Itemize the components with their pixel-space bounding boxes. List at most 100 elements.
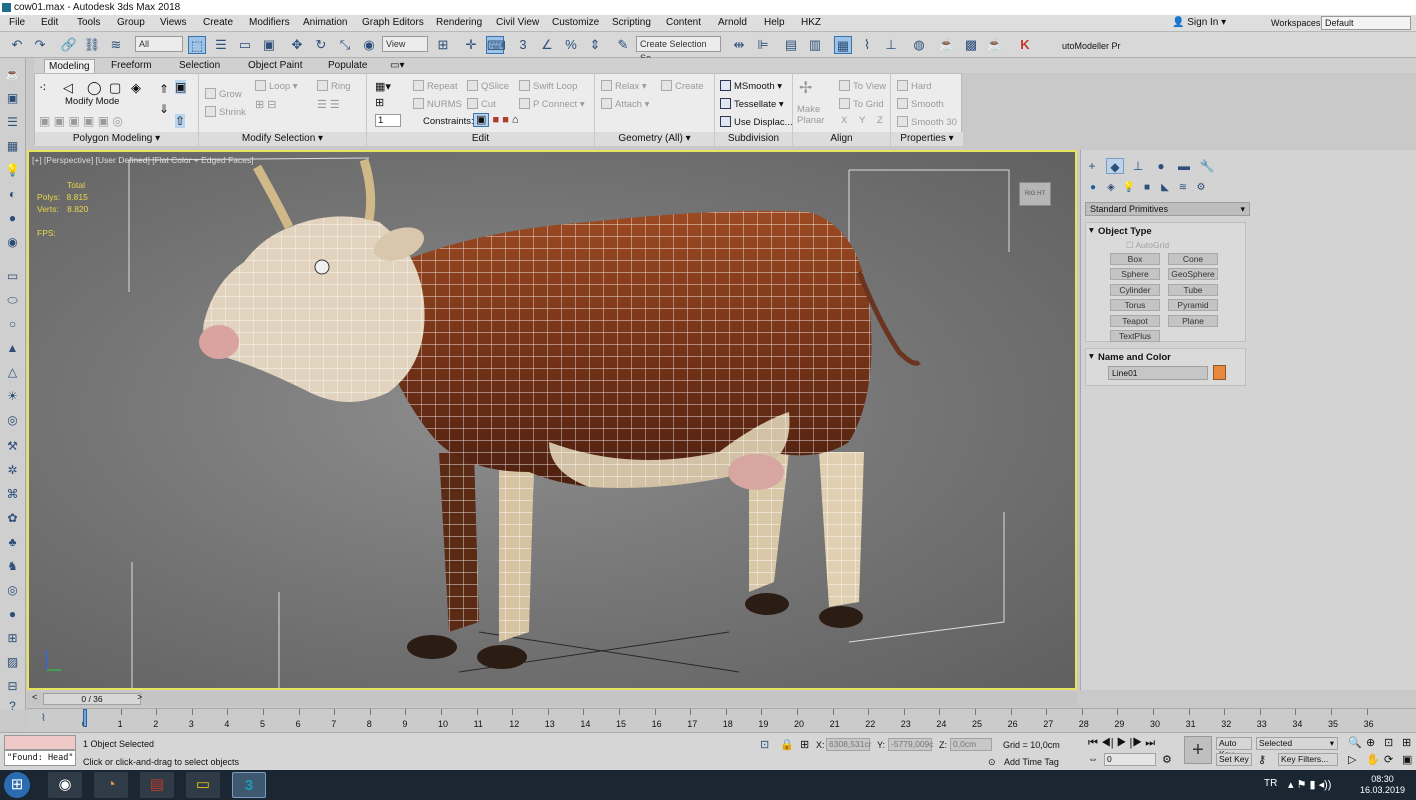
helpers-category-icon[interactable]: ◣ — [1158, 181, 1172, 195]
subdivision-footer[interactable]: Subdivision — [715, 132, 792, 146]
mirror-icon[interactable]: ⇹ — [730, 36, 748, 54]
maxscript-input[interactable] — [4, 735, 76, 750]
toggle-layer-explorer-icon[interactable]: ▥ — [806, 36, 824, 54]
align-x-button[interactable]: X — [841, 115, 847, 126]
menu-group[interactable]: Group — [117, 17, 145, 28]
utility-icon[interactable]: ⊟ — [4, 678, 21, 695]
properties-footer[interactable]: Properties ▾ — [891, 132, 963, 146]
viewport-label[interactable]: [+] [Perspective] [User Defined] [Flat C… — [32, 155, 254, 165]
zoom-extents-icon[interactable]: ⊡ — [1384, 736, 1393, 749]
pin-stack-icon[interactable]: ⇧ — [175, 114, 186, 128]
loop-tools-icon[interactable]: ⊞ ⊟ — [255, 98, 277, 111]
animal-icon[interactable]: ♞ — [4, 558, 21, 575]
shapes-category-icon[interactable]: ◈ — [1104, 181, 1118, 195]
tab-object-paint[interactable]: Object Paint — [244, 59, 306, 73]
help-icon[interactable]: ? — [4, 698, 21, 715]
menu-modifiers[interactable]: Modifiers — [249, 17, 290, 28]
plant-icon[interactable]: ♣ — [4, 534, 21, 551]
zoom-extents-all-icon[interactable]: ⊞ — [1402, 736, 1411, 749]
undo-icon[interactable]: ↶ — [8, 36, 26, 54]
msmooth-button[interactable]: MSmooth ▾ — [720, 80, 782, 92]
mini-curve-editor-icon[interactable]: ⌇ — [41, 713, 46, 724]
curve-editor-icon[interactable]: ⌇ — [858, 36, 876, 54]
cameras-category-icon[interactable]: ■ — [1140, 181, 1154, 195]
display-icon[interactable]: ▨ — [4, 654, 21, 671]
set-key-button[interactable]: Set Key — [1216, 753, 1252, 766]
sign-in-button[interactable]: 👤 Sign In ▾ — [1172, 17, 1226, 28]
create-tab-icon[interactable]: + — [1083, 158, 1101, 174]
camera-icon[interactable]: ◐ — [4, 186, 21, 203]
tab-freeform[interactable]: Freeform — [107, 59, 156, 73]
key-mode-dropdown[interactable]: Selected ▾ — [1256, 737, 1338, 750]
angle-snap-icon[interactable]: ∠ — [538, 36, 556, 54]
render-production-icon[interactable]: ☕ — [986, 36, 1004, 54]
menu-animation[interactable]: Animation — [303, 17, 347, 28]
shrink-button[interactable]: Shrink — [205, 106, 246, 118]
current-time-marker[interactable] — [83, 709, 87, 727]
tab-populate[interactable]: Populate — [324, 59, 371, 73]
time-slider-thumb[interactable]: 0 / 36 — [43, 693, 141, 705]
p-connect-button[interactable]: P Connect ▾ — [519, 98, 585, 110]
placement-icon[interactable]: ◉ — [360, 36, 378, 54]
teapot-button[interactable]: Teapot — [1110, 315, 1160, 327]
select-and-manipulate-icon[interactable]: ✛ — [462, 36, 480, 54]
mesh-icon[interactable]: ⌘ — [4, 486, 21, 503]
fov-icon[interactable]: ▷ — [1348, 753, 1356, 766]
time-next-icon[interactable]: > — [137, 692, 142, 702]
time-config-icon[interactable]: ⚙ — [1162, 753, 1172, 766]
display-tab-icon[interactable]: ▬ — [1175, 158, 1193, 174]
selection-filter-dropdown[interactable]: All — [135, 36, 183, 52]
align-z-button[interactable]: Z — [877, 115, 883, 126]
name-and-color-title[interactable]: Name and Color — [1086, 349, 1245, 363]
modify-tab-icon[interactable]: ◆ — [1106, 158, 1124, 174]
menu-hkz[interactable]: HKZ — [801, 17, 821, 28]
current-frame-field[interactable]: 0 — [1104, 753, 1156, 766]
clock[interactable]: 08:30 16.03.2019 — [1360, 774, 1405, 796]
hard-button[interactable]: Hard — [897, 80, 932, 92]
plugin-logo-icon[interactable]: K — [1016, 36, 1034, 54]
orbit-icon[interactable]: ⟳ — [1384, 753, 1393, 766]
to-grid-button[interactable]: To Grid — [839, 98, 884, 110]
perspective-viewport[interactable]: [+] [Perspective] [User Defined] [Flat C… — [27, 150, 1077, 690]
sphere-button[interactable]: Sphere — [1110, 268, 1160, 280]
tab-modeling[interactable]: Modeling — [44, 59, 95, 73]
window-crossing-icon[interactable]: ▣ — [260, 36, 278, 54]
menu-scripting[interactable]: Scripting — [612, 17, 651, 28]
plane-button[interactable]: Plane — [1168, 315, 1218, 327]
unlink-icon[interactable]: ⛓ — [83, 36, 101, 54]
maximize-viewport-icon[interactable]: ▣ — [1402, 753, 1412, 766]
3ds-max-taskbar-icon[interactable]: 3 — [232, 772, 266, 798]
blender-icon[interactable]: ◔ — [94, 772, 128, 798]
nav-up-icon[interactable]: ⇑ — [159, 82, 169, 96]
material-ball-icon[interactable]: ◉ — [4, 234, 21, 251]
qslice-button[interactable]: QSlice — [467, 80, 509, 92]
menu-arnold[interactable]: Arnold — [718, 17, 747, 28]
polygon-mode-icon[interactable]: ▢ — [109, 80, 121, 96]
edit-footer[interactable]: Edit — [367, 132, 594, 146]
isolate-selection-icon[interactable]: ⊡ — [760, 738, 769, 751]
align-footer[interactable]: Align — [793, 132, 890, 146]
time-tag-icon[interactable]: ⊙ — [988, 757, 996, 768]
cone-button[interactable]: Cone — [1168, 253, 1218, 265]
ring-button[interactable]: Ring — [317, 80, 351, 92]
menu-edit[interactable]: Edit — [41, 17, 58, 28]
keyboard-shortcut-toggle-icon[interactable]: ⌨ — [486, 36, 506, 54]
y-coordinate-field[interactable]: -5779,009c — [888, 738, 934, 751]
pyramid-button[interactable]: Pyramid — [1168, 299, 1218, 311]
toggle-scene-explorer-icon[interactable]: ▤ — [782, 36, 800, 54]
shape-icon[interactable]: ✿ — [4, 510, 21, 527]
time-slider[interactable]: < 0 / 36 > — [27, 692, 1077, 706]
absolute-mode-icon[interactable]: ⊞ — [800, 738, 809, 751]
teapot-icon[interactable]: ☕ — [4, 66, 21, 83]
x-coordinate-field[interactable]: 6308,531cr — [826, 738, 872, 751]
menu-create[interactable]: Create — [203, 17, 233, 28]
tweak-icon[interactable]: ⊞ — [375, 96, 384, 109]
to-view-button[interactable]: To View — [839, 80, 886, 92]
globe-icon[interactable]: ◎ — [4, 412, 21, 429]
create-button[interactable]: Create — [661, 80, 704, 92]
lock-selection-icon[interactable]: 🔒 — [780, 738, 794, 751]
track-bar[interactable]: ⌇ 01234567891011121314151617181920212223… — [27, 708, 1416, 732]
use-displacement-button[interactable]: Use Displac... — [720, 116, 793, 128]
move-icon[interactable]: ✥ — [288, 36, 306, 54]
edge-mode-icon[interactable]: ◁ — [63, 80, 73, 96]
